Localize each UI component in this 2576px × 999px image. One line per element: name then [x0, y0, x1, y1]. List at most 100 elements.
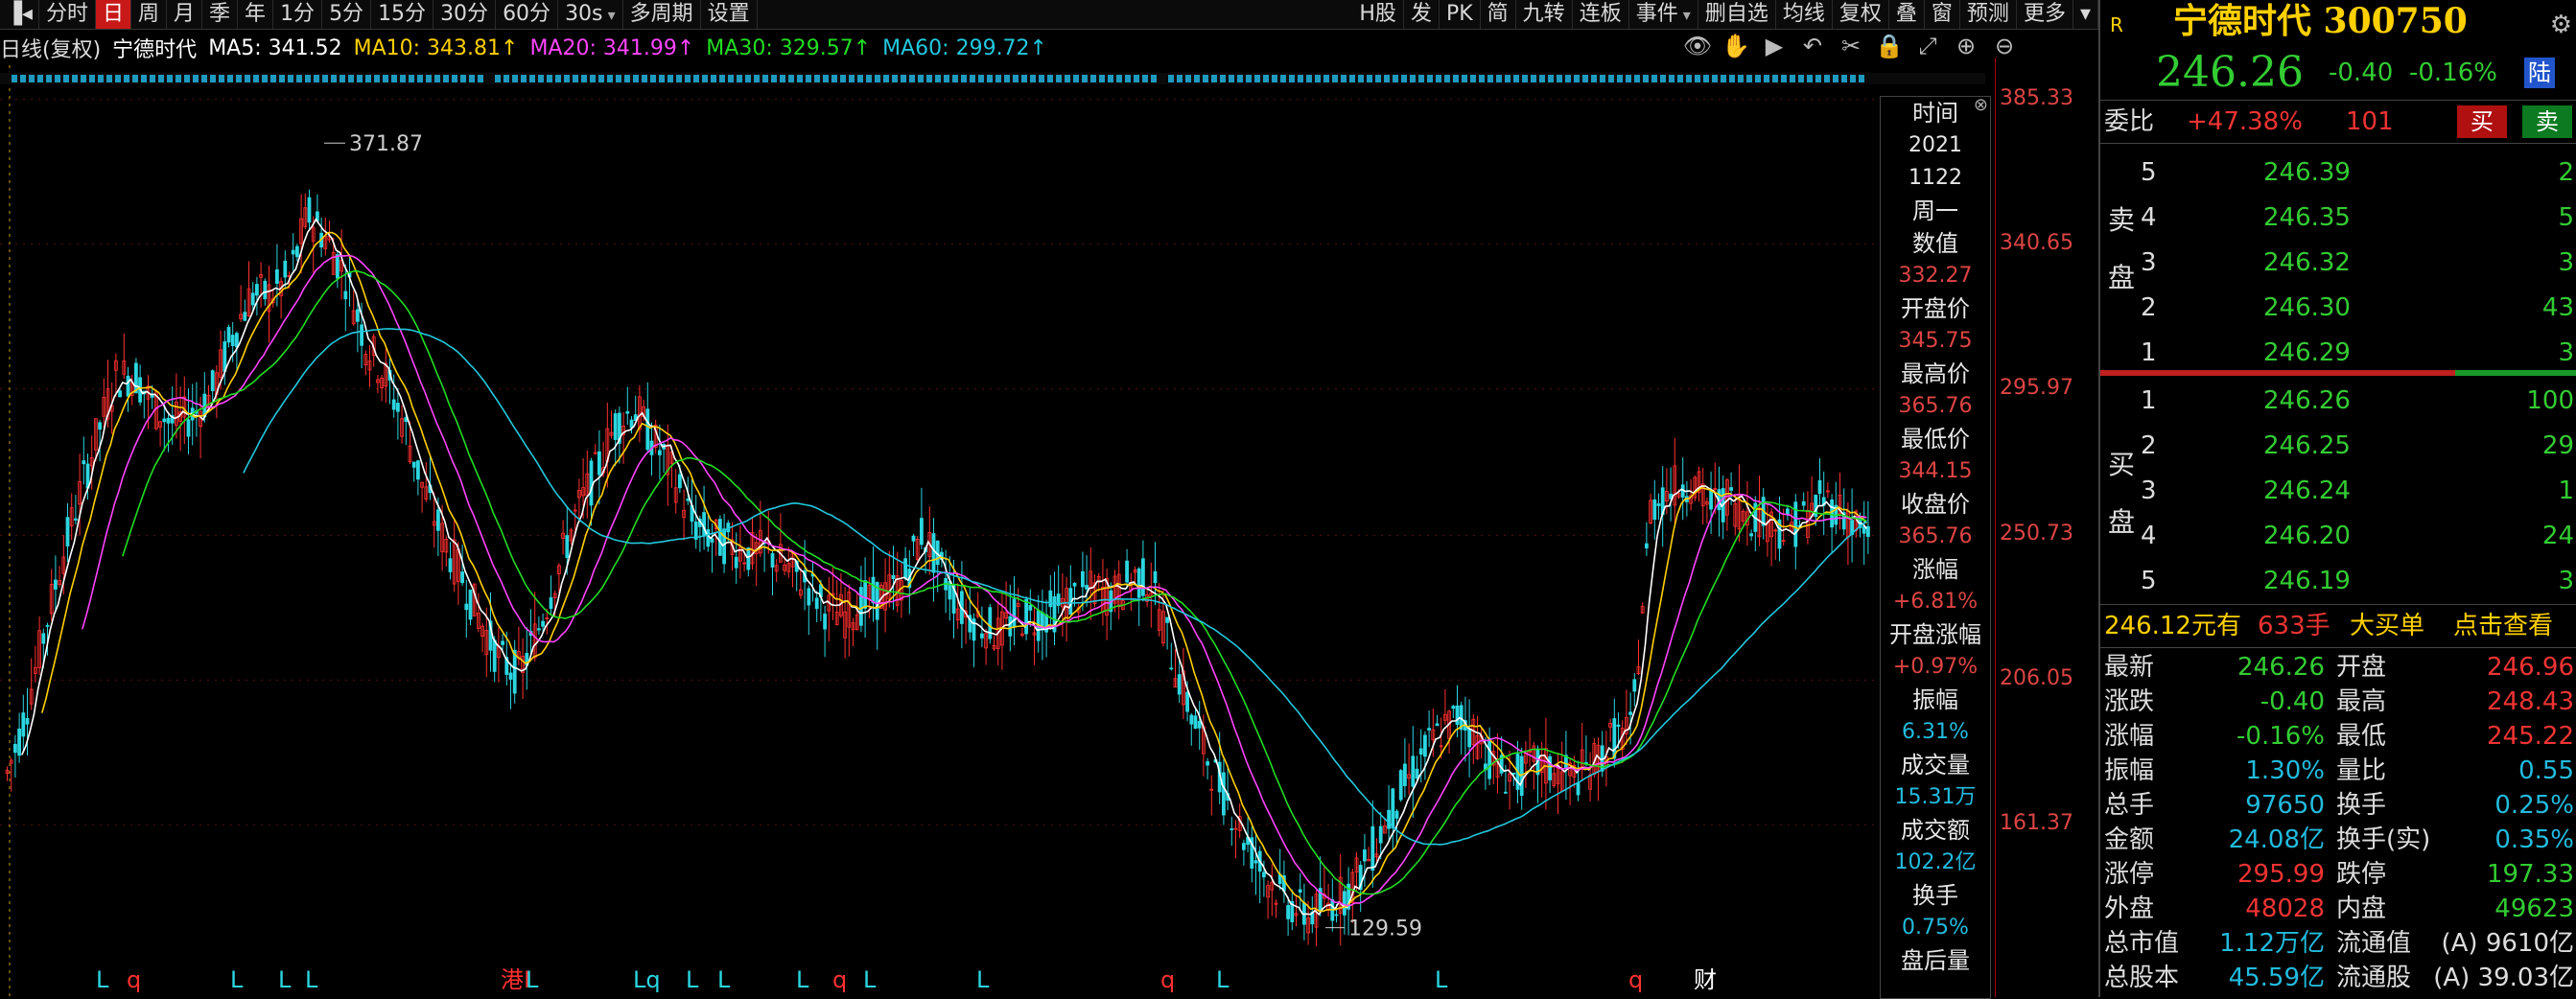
buy-button[interactable]: 买 — [2457, 105, 2507, 138]
menu-icon[interactable]: ▐◂ — [0, 0, 39, 29]
toolbar-button[interactable]: H股 — [1352, 0, 1404, 29]
lock-icon[interactable]: 🔒 — [1874, 33, 1905, 59]
candle-body — [1435, 723, 1440, 727]
datawin-value: 15.31万 — [1894, 785, 1977, 809]
toolbar-button[interactable]: 均线 — [1776, 0, 1833, 29]
ma30-label: MA30: 329.57↑ — [706, 35, 872, 60]
big-order-text: 大买单 — [2350, 612, 2425, 640]
stat-value: 97650 — [2245, 791, 2325, 820]
period-tab[interactable]: 周 — [131, 0, 168, 29]
book-bar-green — [2455, 370, 2576, 376]
event-dot — [1729, 75, 1735, 82]
event-markers — [12, 75, 1864, 82]
event-dot — [935, 75, 941, 82]
period-tab[interactable]: 30分 — [433, 0, 497, 29]
stat-value: 197.33 — [2487, 860, 2574, 889]
event-dot — [581, 75, 587, 82]
undo-icon[interactable]: ↶ — [1797, 33, 1828, 59]
datawin-value: 365.76 — [1898, 394, 1973, 418]
period-tab[interactable]: 15分 — [371, 0, 434, 29]
toolbar-button[interactable]: 窗 — [1925, 0, 1960, 29]
price-axis-label: 340.65 — [2000, 230, 2073, 255]
candle-body — [859, 587, 863, 626]
period-tab[interactable]: 年 — [238, 0, 274, 29]
event-dot — [745, 75, 751, 82]
candle-body — [1153, 570, 1158, 584]
period-tab[interactable]: 设置 — [701, 0, 758, 29]
event-dot — [478, 75, 483, 82]
toolbar-button[interactable]: 事件 — [1629, 0, 1698, 29]
candle-body — [1749, 533, 1753, 537]
eye-icon[interactable]: 👁 — [1682, 33, 1713, 59]
event-dot — [1384, 75, 1390, 82]
toolbar-button[interactable]: 简 — [1481, 0, 1516, 29]
event-dot — [1815, 75, 1821, 82]
book-price: 246.26 — [2263, 386, 2351, 415]
event-dot — [1643, 75, 1649, 82]
stat-value: 1.30% — [2245, 756, 2325, 785]
candle-body — [1612, 718, 1617, 759]
candle-body — [1378, 825, 1383, 844]
dropdown-icon[interactable]: ▾ — [2073, 0, 2098, 29]
book-level: 5 — [2141, 567, 2157, 595]
toolbar-button[interactable]: 复权 — [1833, 0, 1889, 29]
event-dot — [970, 75, 975, 82]
period-tab[interactable]: 日 — [95, 0, 131, 29]
kline-chart[interactable]: 371.87129.59 Lq L L L 港LL Lq L L Lq L Lq L Lq 财 — [0, 65, 1995, 997]
candle-body — [1222, 772, 1226, 816]
event-dot — [538, 75, 544, 82]
bid-row: 1 246.26 100 — [2100, 382, 2576, 420]
event-marker: q — [127, 966, 141, 993]
event-dot — [469, 75, 475, 82]
lu-badge[interactable]: 陆 — [2524, 58, 2555, 88]
price-annotations: 371.87 129.59 — [324, 132, 1422, 941]
toolbar-button[interactable]: 发 — [1404, 0, 1440, 29]
toolbar-button[interactable]: 更多 — [2017, 0, 2073, 29]
toolbar-button[interactable]: PK — [1440, 0, 1481, 29]
toolbar-button[interactable]: 叠 — [1889, 0, 1925, 29]
scissors-icon[interactable]: ✂ — [1836, 33, 1866, 59]
event-dot — [849, 75, 855, 82]
candle-body — [291, 249, 295, 255]
period-tab[interactable]: 5分 — [322, 0, 372, 29]
toolbar-button[interactable]: 删自选 — [1698, 0, 1776, 29]
play-icon[interactable]: ▶ — [1759, 33, 1790, 59]
toolbar-button[interactable]: 连板 — [1573, 0, 1629, 29]
zoom-out-icon[interactable]: ⊖ — [1989, 33, 2020, 59]
period-tab[interactable]: 1分 — [273, 0, 323, 29]
big-order-link[interactable]: 点击查看 — [2453, 605, 2553, 647]
hand-icon[interactable]: ✋ — [1721, 33, 1751, 59]
period-tabs: 分时日周月季年1分5分15分30分60分30s多周期设置 — [39, 0, 758, 29]
event-dot — [883, 75, 889, 82]
event-dot — [1263, 75, 1269, 82]
datawin-value: 102.2亿 — [1894, 850, 1977, 874]
candle-body — [360, 324, 364, 346]
event-dot — [201, 75, 207, 82]
event-dot — [1039, 75, 1044, 82]
datawin-value: 365.76 — [1898, 524, 1973, 548]
close-icon[interactable]: ⊗ — [1974, 95, 1988, 115]
datawin-label: 振幅 — [1912, 686, 1958, 713]
weibi-value: +47.38% — [2187, 107, 2303, 136]
period-tab[interactable]: 季 — [202, 0, 239, 29]
datawin-label: 盘后量 — [1901, 947, 1970, 974]
candle-body — [1253, 860, 1258, 864]
candle-body — [1197, 720, 1202, 729]
expand-icon[interactable]: ⤢ — [1912, 33, 1943, 59]
period-tab[interactable]: 月 — [167, 0, 203, 29]
zoom-in-icon[interactable]: ⊕ — [1951, 33, 1981, 59]
event-dot — [857, 75, 863, 82]
sell-button[interactable]: 卖 — [2522, 105, 2572, 138]
period-tab[interactable]: 30s — [558, 0, 623, 29]
toolbar-button[interactable]: 预测 — [1960, 0, 2017, 29]
period-tab[interactable]: 分时 — [39, 0, 96, 29]
candle-body — [1169, 667, 1174, 670]
candle-body — [625, 410, 630, 414]
big-order-row[interactable]: 246.12元有 633手 大买单 点击查看 — [2100, 604, 2576, 648]
period-tab[interactable]: 60分 — [496, 0, 559, 29]
event-dot — [1298, 75, 1303, 82]
period-tab[interactable]: 多周期 — [623, 0, 701, 29]
settings-icon[interactable]: ⚙ — [2550, 4, 2572, 46]
toolbar-button[interactable]: 九转 — [1516, 0, 1573, 29]
event-dot — [1393, 75, 1398, 82]
